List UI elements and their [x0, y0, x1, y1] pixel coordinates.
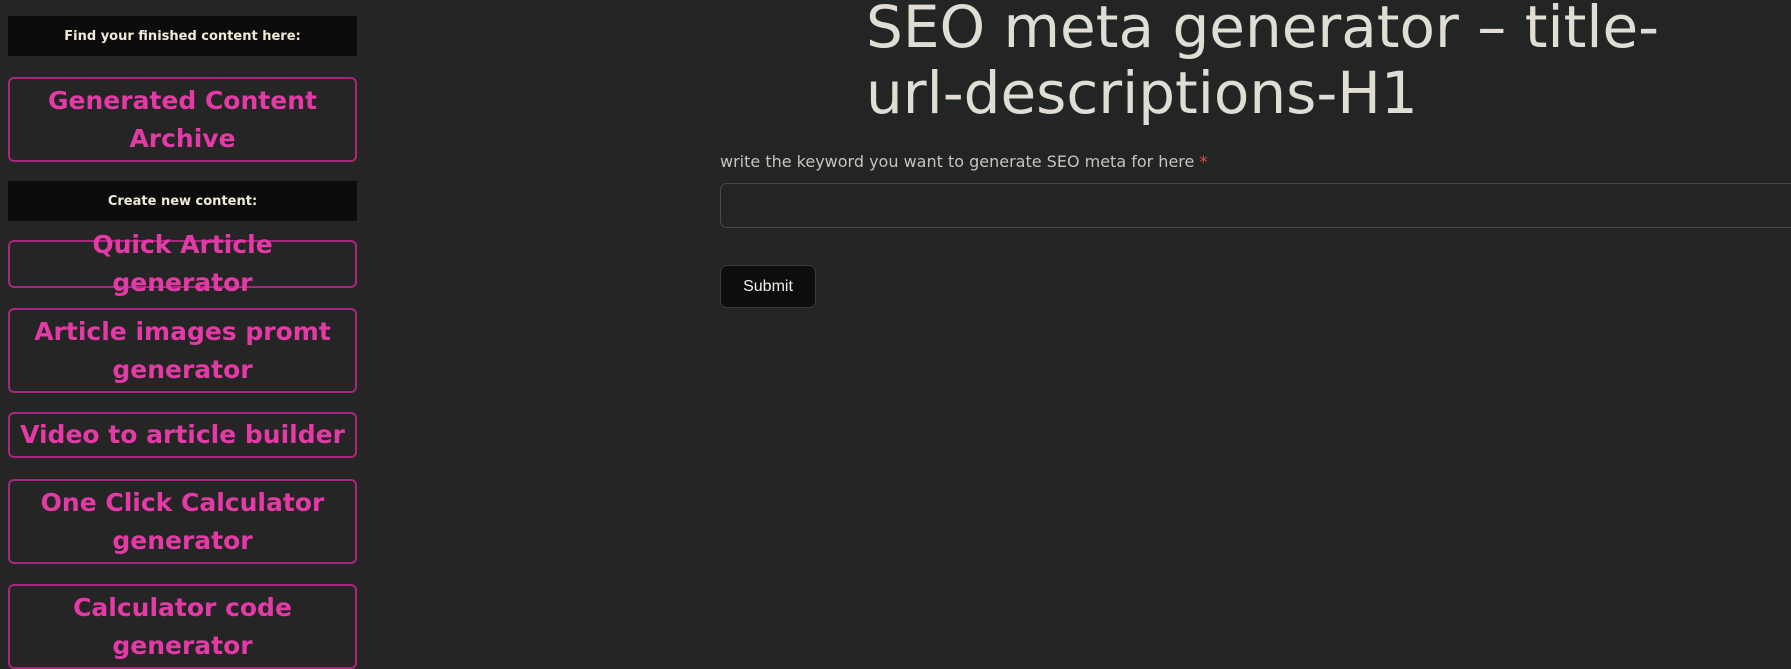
sidebar: Find your finished content here: Generat…	[0, 0, 383, 669]
page-title: SEO meta generator – title-url-descripti…	[866, 0, 1660, 127]
article-images-prompt-generator-button[interactable]: Article images promt generator	[8, 308, 357, 393]
required-asterisk: *	[1199, 152, 1208, 171]
one-click-calculator-generator-button[interactable]: One Click Calculator generator	[8, 479, 357, 564]
section-heading-finished: Find your finished content here:	[8, 16, 357, 56]
calculator-code-generator-button[interactable]: Calculator code generator	[8, 584, 357, 669]
video-to-article-builder-button[interactable]: Video to article builder	[8, 412, 357, 458]
keyword-field-label: write the keyword you want to generate S…	[720, 152, 1207, 171]
generated-content-archive-button[interactable]: Generated Content Archive	[8, 77, 357, 162]
keyword-input[interactable]	[720, 183, 1791, 228]
keyword-label-text: write the keyword you want to generate S…	[720, 152, 1195, 171]
quick-article-generator-button[interactable]: Quick Article generator	[8, 230, 357, 297]
submit-button[interactable]: Submit	[720, 265, 816, 308]
section-heading-create: Create new content:	[8, 181, 357, 221]
